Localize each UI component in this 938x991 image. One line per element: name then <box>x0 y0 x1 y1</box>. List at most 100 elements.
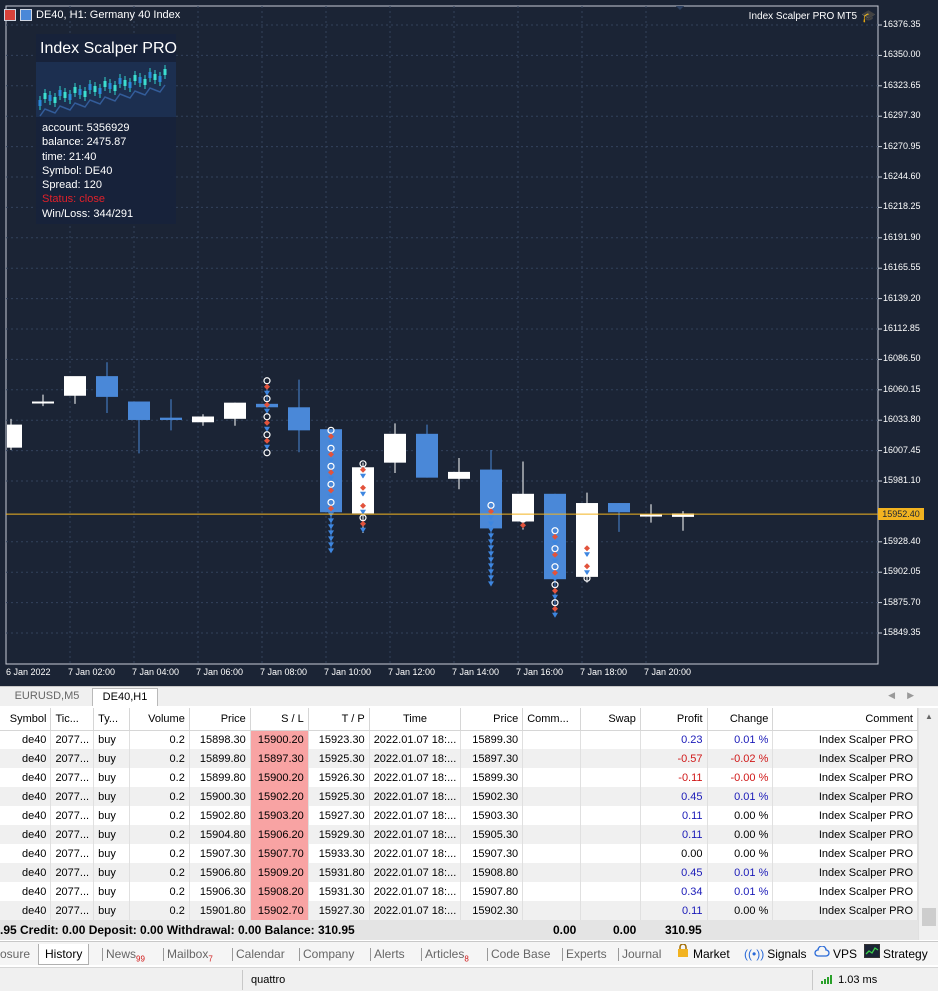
toolbox-tab-calendar[interactable]: Calendar <box>236 944 285 964</box>
table-cell: de40 <box>0 825 52 844</box>
chart-tab-de40[interactable]: DE40,H1 <box>92 688 158 706</box>
logo-candle <box>103 81 107 87</box>
candle-body <box>608 503 630 513</box>
table-cell: buy <box>93 901 130 920</box>
table-cell: 15902.30 <box>460 787 524 806</box>
table-cell: 2022.01.07 18:... <box>369 882 462 901</box>
table-cell: de40 <box>0 749 52 768</box>
table-row[interactable]: de40 2077... buy 0.2 15898.30 15900.20 15923.3… <box>0 730 918 749</box>
chart-window[interactable]: DE40, H1: Germany 40 Index Index Scalper… <box>0 0 938 686</box>
table-cell: 15907.30 <box>189 844 251 863</box>
price-label: 16244.60 <box>883 171 921 181</box>
toolbox-tab-history[interactable]: History <box>38 944 90 965</box>
shopping-bag-icon <box>676 943 690 964</box>
column-header[interactable]: Tic... <box>50 708 95 731</box>
table-cell: Index Scalper PRO <box>772 730 918 749</box>
connection-status[interactable]: 1.03 ms <box>812 970 938 990</box>
table-cell: -0.11 <box>640 768 708 787</box>
toolbox-tab-code-base[interactable]: Code Base <box>491 944 550 964</box>
table-cell <box>522 730 582 749</box>
table-cell: buy <box>93 806 130 825</box>
tabs-scroll-arrows[interactable]: ◀▶ <box>888 690 926 701</box>
table-cell <box>580 863 641 882</box>
toolbox-vps-button[interactable]: VPS <box>814 944 857 964</box>
logo-candle <box>43 93 47 99</box>
table-row[interactable]: de40 2077... buy 0.2 15906.80 15909.20 15931.8… <box>0 863 918 882</box>
table-cell <box>580 768 641 787</box>
candle-body <box>7 424 22 448</box>
toolbox-tab-company[interactable]: Company <box>303 944 354 964</box>
column-header[interactable]: Profit <box>640 708 708 731</box>
tab-label: History <box>45 947 83 961</box>
table-cell: 2022.01.07 18:... <box>369 825 462 844</box>
table-cell: 15900.20 <box>250 730 309 749</box>
price-label: 16297.30 <box>883 110 921 121</box>
table-cell: 15901.80 <box>189 901 251 920</box>
toolbox-tab-osure[interactable]: osure <box>0 944 30 964</box>
logo-candle <box>98 88 102 94</box>
table-cell: 15909.20 <box>250 863 309 882</box>
table-row[interactable]: de40 2077... buy 0.2 15899.80 15900.20 15926.3… <box>0 768 918 787</box>
column-header[interactable]: S / L <box>250 708 309 731</box>
price-label: 15981.10 <box>883 475 921 485</box>
column-header[interactable]: Volume <box>129 708 190 731</box>
price-axis[interactable]: 16376.35 16350.00 16323.65 16297.30 16270.95… <box>878 0 938 664</box>
tab-separator <box>102 948 103 961</box>
toolbox-signals-button[interactable]: ((•)) Signals <box>744 944 807 964</box>
column-header[interactable]: T / P <box>308 708 370 731</box>
table-cell: buy <box>93 825 130 844</box>
table-cell: 15907.80 <box>460 882 524 901</box>
toolbox-tab-alerts[interactable]: Alerts <box>374 944 405 964</box>
column-header[interactable]: Symbol <box>0 708 52 731</box>
table-cell: Index Scalper PRO <box>772 787 918 806</box>
table-row[interactable]: de40 2077... buy 0.2 15904.80 15906.20 15929.3… <box>0 825 918 844</box>
column-header[interactable]: Ty... <box>93 708 130 731</box>
candle-body <box>32 401 54 404</box>
tab-label: osure <box>0 947 31 961</box>
table-row[interactable]: de40 2077... buy 0.2 15902.80 15903.20 15927.3… <box>0 806 918 825</box>
current-price-label: 15952.40 <box>878 508 924 521</box>
toolbox-market-button[interactable]: Market <box>676 943 730 964</box>
toolbox-tab-articles[interactable]: Articles8 <box>425 944 469 969</box>
table-cell: 2077... <box>50 844 95 863</box>
price-label: 16350.00 <box>883 49 921 60</box>
column-header[interactable]: Comm... <box>522 708 582 731</box>
table-cell: 0.01 % <box>707 787 774 806</box>
table-row[interactable]: de40 2077... buy 0.2 15899.80 15897.30 15925.3… <box>0 749 918 768</box>
chart-tab-eurusd[interactable]: EURUSD,M5 <box>4 688 90 706</box>
column-header[interactable]: Comment <box>772 708 918 731</box>
scroll-up-arrow-icon[interactable]: ▲ <box>925 712 933 721</box>
toolbox-tab-news[interactable]: News99 <box>106 944 145 969</box>
table-cell: buy <box>93 863 130 882</box>
table-row[interactable]: de40 2077... buy 0.2 15907.30 15907.70 15933.3… <box>0 844 918 863</box>
expert-advisor-label[interactable]: Index Scalper PRO MT5 🎓 <box>749 9 876 23</box>
table-cell: 15902.70 <box>250 901 309 920</box>
toolbox-strategy-button[interactable]: Strategy <box>864 944 928 964</box>
scrollbar-thumb[interactable] <box>922 908 936 926</box>
table-cell: 0.45 <box>640 863 708 882</box>
table-cell: 15929.30 <box>308 825 370 844</box>
tab-separator <box>370 948 371 961</box>
column-header[interactable]: Change <box>707 708 774 731</box>
logo-candle <box>148 72 152 78</box>
price-label: 16112.85 <box>883 323 920 333</box>
column-header[interactable]: Time <box>369 708 462 731</box>
column-header[interactable]: Price <box>189 708 251 731</box>
table-vertical-scrollbar[interactable]: ▲ <box>918 708 938 940</box>
column-header[interactable]: Price <box>460 708 524 731</box>
table-row[interactable]: de40 2077... buy 0.2 15901.80 15902.70 15927.3… <box>0 901 918 920</box>
toolbox-tab-mailbox[interactable]: Mailbox7 <box>167 944 213 969</box>
table-cell: 0.00 % <box>707 901 774 920</box>
table-cell: 0.23 <box>640 730 708 749</box>
time-label: 7 Jan 08:00 <box>260 667 308 677</box>
candle-body <box>128 401 150 420</box>
signal-broadcast-icon: ((•)) <box>744 947 765 961</box>
toolbox-tab-experts[interactable]: Experts <box>566 944 607 964</box>
table-cell: 15905.30 <box>460 825 524 844</box>
toolbox-tab-journal[interactable]: Journal <box>622 944 661 964</box>
tab-badge: 7 <box>208 954 213 964</box>
table-row[interactable]: de40 2077... buy 0.2 15900.30 15902.20 15925.3… <box>0 787 918 806</box>
table-row[interactable]: de40 2077... buy 0.2 15906.30 15908.20 15931.3… <box>0 882 918 901</box>
time-label: 7 Jan 16:00 <box>516 667 564 677</box>
column-header[interactable]: Swap <box>580 708 641 731</box>
